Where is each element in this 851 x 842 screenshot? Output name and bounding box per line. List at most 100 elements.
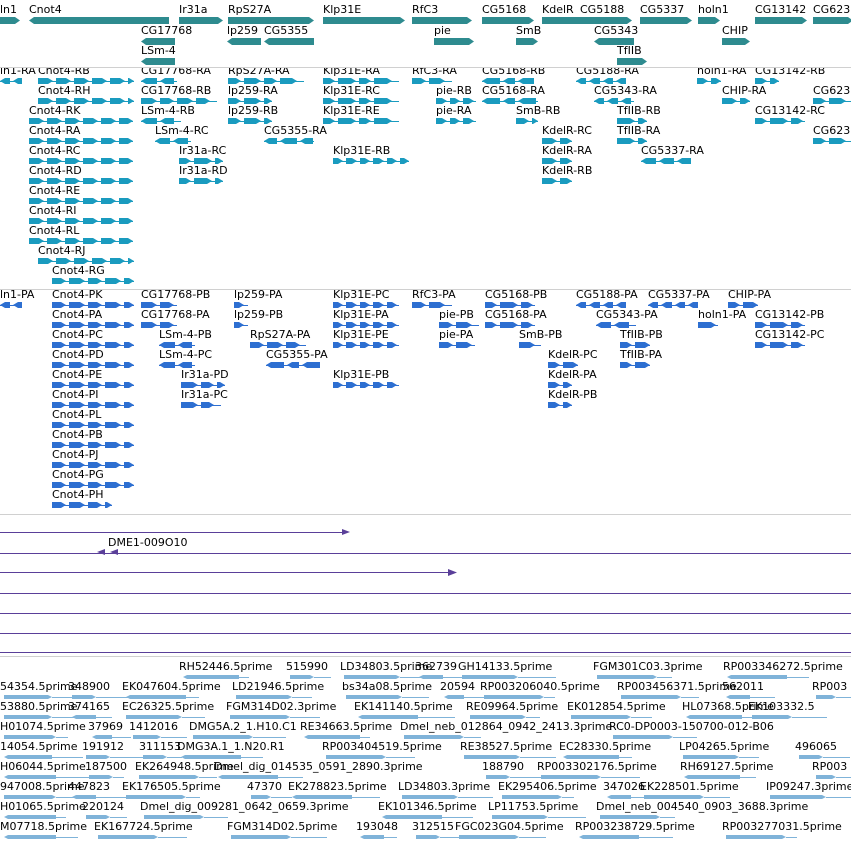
feature-glyph <box>128 98 134 104</box>
est-glyph <box>402 795 458 799</box>
est-label: EK103332.5 <box>748 700 815 713</box>
feature-label: CHIP <box>722 24 748 37</box>
feature-glyph <box>323 17 405 24</box>
est-link-line <box>548 817 586 818</box>
est-glyph <box>346 695 402 699</box>
est-glyph <box>464 755 520 759</box>
feature-label: CG5188 <box>580 3 625 16</box>
feature-glyph <box>29 17 169 24</box>
est-label: 348900 <box>68 680 110 693</box>
est-link-line <box>750 697 775 698</box>
intron-line <box>29 141 133 142</box>
est-glyph <box>304 735 360 739</box>
est-glyph <box>444 695 464 699</box>
est-link-line <box>619 757 632 758</box>
feature-label: Klp31E-RC <box>323 84 380 97</box>
feature-glyph <box>83 198 98 204</box>
feature-glyph <box>128 78 134 84</box>
feature-label: Cnot4-RH <box>38 84 91 97</box>
est-link-line <box>52 757 83 758</box>
feature-label: CG5168-RB <box>482 68 546 77</box>
est-link-line <box>681 697 699 698</box>
feature-label: SmB-PB <box>519 328 563 341</box>
est-label: DMG5A.2_1.H10.C1 <box>189 720 297 733</box>
est-label: LP04265.5prime <box>679 740 770 753</box>
feature-glyph <box>101 178 116 184</box>
est-label: 447823 <box>68 780 110 793</box>
feature-glyph <box>374 118 392 124</box>
feature-glyph <box>280 78 297 84</box>
feature-label: Cnot4-RG <box>52 264 105 277</box>
est-label: 54354.5prime <box>0 680 78 693</box>
feature-label: Klp31E-PC <box>333 290 390 301</box>
alignment-line[interactable] <box>0 652 851 653</box>
feature-glyph <box>105 502 112 508</box>
feature-glyph <box>594 98 604 104</box>
est-link-line <box>787 677 809 678</box>
est-glyph <box>726 695 750 699</box>
est-link-line <box>290 717 320 718</box>
est-link-line <box>253 737 286 738</box>
feature-label: lp259-PA <box>234 290 283 301</box>
feature-glyph <box>105 382 121 388</box>
est-glyph <box>613 735 673 739</box>
feature-label: CG5355-RA <box>264 124 327 137</box>
est-label: RP003206040.5prime <box>480 680 600 693</box>
feature-glyph <box>141 322 157 328</box>
feature-glyph <box>105 482 121 488</box>
feature-label: Ir31a-PC <box>181 388 228 401</box>
alignment-line[interactable] <box>0 593 851 594</box>
feature-label: Cnot4-RJ <box>38 244 86 257</box>
est-glyph <box>816 695 836 699</box>
feature-glyph <box>124 278 134 284</box>
est-label: EC26325.5prime <box>122 700 215 713</box>
feature-label: Klp31E-PA <box>333 308 389 321</box>
est-link-line <box>292 697 312 698</box>
est-label: RP003404519.5prime <box>322 740 442 753</box>
feature-glyph <box>791 342 803 348</box>
feature-label: KdelR-RB <box>542 164 593 177</box>
est-label: Dmel_neb_012864_0942_2413.3prime <box>400 720 613 733</box>
feature-label: Cnot4-PH <box>52 488 104 501</box>
est-label: 47370 <box>247 780 282 793</box>
est-glyph <box>492 815 548 819</box>
est-glyph <box>600 815 660 819</box>
feature-label: CG17768-PB <box>141 290 211 301</box>
feature-glyph <box>155 138 170 144</box>
alignment-line[interactable] <box>0 553 851 554</box>
alignment-line[interactable] <box>0 572 455 573</box>
alignment-line[interactable] <box>0 532 346 533</box>
feature-glyph <box>661 302 672 308</box>
est-link-line <box>657 677 672 678</box>
alignment-line[interactable] <box>0 613 851 614</box>
est-link-line <box>386 757 415 758</box>
est-glyph <box>727 675 787 679</box>
feature-glyph <box>215 178 223 184</box>
feature-label: CG17768-RA <box>141 68 211 77</box>
feature-glyph <box>333 158 343 164</box>
est-label: RP003277031.5prime <box>722 820 842 833</box>
feature-glyph <box>234 322 244 328</box>
est-label: 496065 <box>795 740 837 753</box>
est-label: RP003238729.5prime <box>575 820 695 833</box>
feature-glyph <box>302 362 320 368</box>
feature-label: ln1-PA <box>0 290 35 301</box>
feature-glyph <box>179 17 223 24</box>
feature-label: Cnot4 <box>29 3 62 16</box>
feature-glyph <box>698 17 720 24</box>
feature-label: Klp31E <box>323 3 362 16</box>
est-label: FGM301C03.3prime <box>593 660 703 673</box>
est-track: RH52446.5prime 515990 LD34803.5prime 362739… <box>0 657 851 842</box>
est-label: Dmel_neb_004540_0903_3688.3prime <box>596 800 809 813</box>
est-label: EK176505.5prime <box>122 780 221 793</box>
feature-glyph <box>124 422 134 428</box>
est-link-line <box>418 717 455 718</box>
feature-glyph <box>740 98 750 104</box>
est-label: EK295406.5prime <box>498 780 597 793</box>
est-glyph <box>459 835 519 839</box>
feature-glyph <box>227 38 261 45</box>
feature-glyph <box>250 342 264 348</box>
alignment-line[interactable] <box>0 633 851 634</box>
est-glyph <box>89 775 113 779</box>
feature-label: lp259 <box>227 24 259 37</box>
